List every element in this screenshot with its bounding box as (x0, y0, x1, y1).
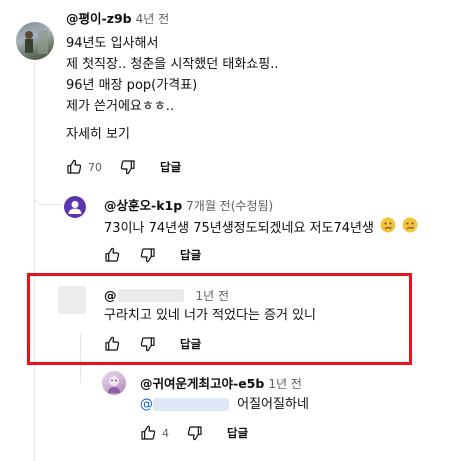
mention-link[interactable]: @ (140, 397, 153, 412)
sad-face-emoji (402, 217, 418, 240)
comment-body: 73이나 74년생 75년생정도되겠네요 저도74년생 (104, 221, 374, 236)
avatar[interactable] (16, 22, 54, 60)
like-count: 4 (162, 426, 169, 440)
read-more-button[interactable]: 자세히 보기 (66, 123, 130, 142)
reply-button[interactable]: 답글 (227, 425, 248, 441)
sad-face-emoji (380, 217, 396, 240)
comment-header: @귀여운게최고야-e5b 1년 전 (140, 373, 302, 392)
comment-text: @ 어질어질하네 (140, 394, 309, 415)
comment-text: 73이나 74년생 75년생정도되겠네요 저도74년생 (104, 217, 418, 240)
comment-time[interactable]: 1년 전 (268, 377, 302, 391)
dislike-icon[interactable] (120, 159, 136, 175)
person-icon (68, 201, 82, 214)
thread-connector (34, 184, 61, 205)
comment-time[interactable]: 4년 전 (136, 12, 170, 26)
comment-line: 96년 매장 pop(가격표) (66, 78, 198, 93)
avatar[interactable] (102, 371, 126, 395)
thread-line (34, 62, 35, 461)
redacted-mention (153, 398, 229, 411)
comment-body: 어질어질하네 (237, 397, 309, 412)
avatar-image (25, 30, 48, 54)
like-icon[interactable] (104, 247, 120, 263)
comment-actions: 4 답글 (140, 423, 248, 443)
like-icon[interactable] (66, 159, 82, 175)
comment-author[interactable]: @상훈오-k1p (104, 198, 182, 213)
like-count: 70 (88, 160, 102, 174)
dislike-icon[interactable] (187, 425, 203, 441)
comment-author[interactable]: @귀여운게최고야-e5b (140, 376, 264, 391)
comment-time[interactable]: 7개월 전(수정됨) (186, 199, 273, 213)
reply-button[interactable]: 답글 (160, 159, 181, 175)
avatar[interactable] (64, 196, 86, 218)
avatar-image (108, 376, 120, 393)
like-icon[interactable] (140, 425, 156, 441)
reply-button[interactable]: 답글 (180, 247, 201, 263)
dislike-icon[interactable] (140, 247, 156, 263)
comment-line: 제가 쓴거에요ㅎㅎ.. (66, 99, 175, 114)
comment-header: @상훈오-k1p 7개월 전(수정됨) (104, 195, 273, 214)
comment-line: 94년도 입사해서 (66, 36, 159, 51)
comment-line: 제 첫직장.. 청춘을 시작했던 태화쇼핑.. (66, 57, 279, 72)
comment-actions: 답글 (104, 245, 201, 265)
comment-author[interactable]: @평이-z9b (66, 11, 132, 26)
highlight-box (27, 273, 412, 365)
comment-header: @평이-z9b 4년 전 (66, 8, 169, 27)
comment-text: 94년도 입사해서 제 첫직장.. 청춘을 시작했던 태화쇼핑.. 96년 매장… (66, 33, 278, 117)
comment-actions: 70 답글 (66, 157, 181, 177)
